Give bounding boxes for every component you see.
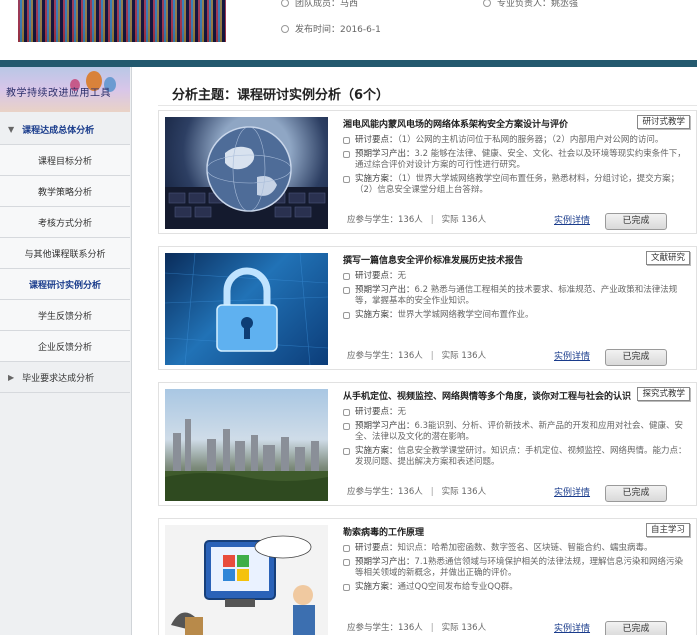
city-skyline-image xyxy=(165,389,328,501)
sidebar-item-course-objectives[interactable]: 课程目标分析 xyxy=(0,145,130,176)
participation-info: 应参与学生：136人 | 实际 136人 xyxy=(347,487,487,497)
city-illustration xyxy=(165,419,328,501)
arrow-right-icon xyxy=(343,559,350,566)
person-icon xyxy=(343,409,350,416)
sidebar-item-course-overall[interactable]: ▼ 课程达成总体分析 xyxy=(0,114,130,145)
case-card: 勒索病毒的工作原理 自主学习 研讨要点：知识点：哈希加密函数、数字签名、区块链、… xyxy=(158,518,697,635)
sidebar-item-course-relations[interactable]: 与其他课程联系分析 xyxy=(0,238,130,269)
teaching-method-tag: 文献研究 xyxy=(645,251,690,265)
page-header: 团队成员：马西 专业负责人：姚丞强 发布时间：2016-6-1 xyxy=(0,0,697,60)
case-card: 撰写一篇信息安全评价标准发展历史技术报告 文献研究 研讨要点：无 预期学习产出：… xyxy=(158,246,697,370)
team-members-info: 团队成员：马西 xyxy=(281,0,358,9)
case-card: 从手机定位、视频监控、网络舆情等多个角度，谈你对工程与社会的认识 探究式教学 研… xyxy=(158,382,697,506)
sidebar-banner-title: 教学持续改进应用工具 xyxy=(6,88,111,99)
arrow-right-icon xyxy=(343,423,350,430)
globe-illustration xyxy=(165,126,328,229)
publish-date-info: 发布时间：2016-6-1 xyxy=(281,22,381,35)
case-title: 湘电风能内蒙风电场的网络体系架构安全方案设计与评价 xyxy=(343,120,569,130)
person-icon xyxy=(343,273,350,280)
case-title: 勒索病毒的工作原理 xyxy=(343,528,425,538)
completed-button[interactable]: 已完成 xyxy=(605,621,667,635)
badge-icon xyxy=(483,0,491,7)
case-detail-link[interactable]: 实例详情 xyxy=(554,349,590,362)
sidebar-banner: 教学持续改进应用工具 xyxy=(0,67,130,112)
document-icon xyxy=(343,312,350,319)
document-icon xyxy=(343,176,350,183)
padlock-image xyxy=(165,253,328,365)
arrow-right-icon xyxy=(343,151,350,158)
implementation-plan-row: 实施方案：世界大学城网络教学空间布置作业。 xyxy=(343,310,689,321)
completed-button[interactable]: 已完成 xyxy=(605,349,667,366)
case-title: 从手机定位、视频监控、网络舆情等多个角度，谈你对工程与社会的认识 xyxy=(343,392,632,402)
course-banner-image xyxy=(18,0,226,42)
triangle-right-icon: ▶ xyxy=(8,372,15,382)
document-icon xyxy=(343,584,350,591)
research-points-row: 研讨要点：（1）公网的主机访问位于私网的服务器；（2）内部用户对公网的访问。 xyxy=(343,135,689,146)
ransomware-cartoon-image xyxy=(165,525,328,635)
research-points-row: 研讨要点：无 xyxy=(343,407,689,418)
expected-outcome-row: 预期学习产出：3.2 能够在法律、健康、安全、文化、社会以及环境等现实约束条件下… xyxy=(343,149,689,171)
implementation-plan-row: 实施方案：（1）世界大学城网络教学空间布置任务，熟悉材料，分组讨论，提交方案；（… xyxy=(343,174,689,196)
participation-info: 应参与学生：136人 | 实际 136人 xyxy=(347,215,487,225)
research-points-row: 研讨要点：无 xyxy=(343,271,689,282)
cartoon-illustration xyxy=(171,535,315,635)
sidebar-nav: ▼ 课程达成总体分析 课程目标分析 教学策略分析 考核方式分析 与其他课程联系分析… xyxy=(0,114,130,393)
arrow-right-icon xyxy=(343,287,350,294)
page-title: 分析主题：课程研讨实例分析（6个） xyxy=(172,88,390,103)
implementation-plan-row: 实施方案：信息安全教学课堂研讨。知识点：手机定位、视频监控、网络舆情。能力点：发… xyxy=(343,446,689,468)
sidebar-item-student-feedback[interactable]: 学生反馈分析 xyxy=(0,300,130,331)
expected-outcome-row: 预期学习产出：7.1熟悉通信领域与环境保护相关的法律法规，理解信息污染和网络污染… xyxy=(343,557,689,579)
case-card: 湘电风能内蒙风电场的网络体系架构安全方案设计与评价 研讨式教学 研讨要点：（1）… xyxy=(158,110,697,234)
clock-icon xyxy=(281,25,289,33)
title-divider xyxy=(158,105,697,106)
sidebar-item-teaching-strategy[interactable]: 教学策略分析 xyxy=(0,176,130,207)
participation-info: 应参与学生：136人 | 实际 136人 xyxy=(347,623,487,633)
sidebar-item-graduation-requirements[interactable]: ▶ 毕业要求达成分析 xyxy=(0,362,130,393)
implementation-plan-row: 实施方案：通过QQ空间发布给专业QQ群。 xyxy=(343,582,689,593)
sidebar-item-enterprise-feedback[interactable]: 企业反馈分析 xyxy=(0,331,130,362)
case-detail-link[interactable]: 实例详情 xyxy=(554,621,590,634)
document-icon xyxy=(343,448,350,455)
sidebar-item-seminar-cases[interactable]: 课程研讨实例分析 xyxy=(0,269,130,300)
completed-button[interactable]: 已完成 xyxy=(605,485,667,502)
expected-outcome-row: 预期学习产出：6.3能识别、分析、评价新技术、新产品的开发和应用对社会、健康、安… xyxy=(343,421,689,443)
person-icon xyxy=(343,545,350,552)
teaching-method-tag: 自主学习 xyxy=(645,523,690,537)
case-title: 撰写一篇信息安全评价标准发展历史技术报告 xyxy=(343,256,524,266)
participation-info: 应参与学生：136人 | 实际 136人 xyxy=(347,351,487,361)
professional-lead-info: 专业负责人：姚丞强 xyxy=(483,0,578,9)
person-icon xyxy=(281,0,289,7)
triangle-down-icon: ▼ xyxy=(8,124,15,134)
teaching-method-tag: 探究式教学 xyxy=(637,387,690,401)
research-points-row: 研讨要点：知识点：哈希加密函数、数字签名、区块链、智能合约、蠕虫病毒。 xyxy=(343,543,689,554)
case-detail-link[interactable]: 实例详情 xyxy=(554,485,590,498)
expected-outcome-row: 预期学习产出：6.2 熟悉与通信工程相关的技术要求、标准规范、产业政策和法律法规… xyxy=(343,285,689,307)
completed-button[interactable]: 已完成 xyxy=(605,213,667,230)
person-icon xyxy=(343,137,350,144)
left-sidebar: 教学持续改进应用工具 ▼ 课程达成总体分析 课程目标分析 教学策略分析 考核方式分… xyxy=(0,67,132,635)
teaching-method-tag: 研讨式教学 xyxy=(637,115,690,129)
sidebar-item-assessment[interactable]: 考核方式分析 xyxy=(0,207,130,238)
globe-keyboard-image xyxy=(165,117,328,229)
case-detail-link[interactable]: 实例详情 xyxy=(554,213,590,226)
padlock-illustration xyxy=(165,253,328,365)
header-divider-bar xyxy=(0,60,697,67)
